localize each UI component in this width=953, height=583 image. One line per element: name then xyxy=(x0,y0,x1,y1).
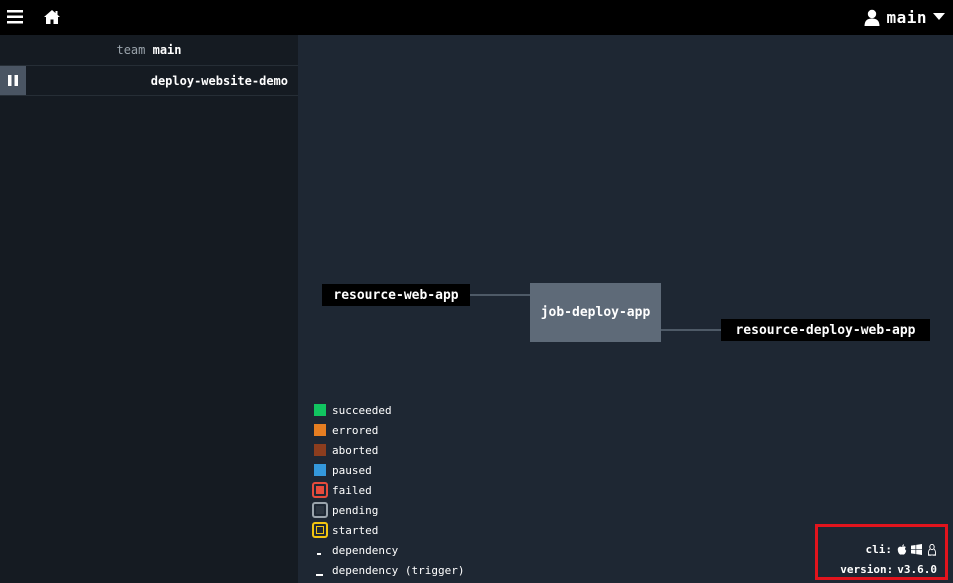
cli-downloads: cli: xyxy=(866,543,938,556)
resource-node-output[interactable]: resource-deploy-web-app xyxy=(721,319,930,341)
legend: succeeded errored aborted paused failed … xyxy=(312,400,464,580)
dependency-edge xyxy=(470,294,530,296)
legend-label: errored xyxy=(332,423,379,437)
caret-down-icon xyxy=(933,13,945,21)
resource-node-input[interactable]: resource-web-app xyxy=(322,284,470,306)
legend-label: failed xyxy=(332,483,372,497)
team-header: team main xyxy=(0,35,298,65)
legend-label: pending xyxy=(332,503,379,517)
linux-icon[interactable] xyxy=(926,543,937,556)
resource-name: resource-web-app xyxy=(333,287,459,303)
sidebar-item-pipeline[interactable]: deploy-website-demo xyxy=(0,65,298,96)
legend-item-dependency-trigger: dependency (trigger) xyxy=(314,560,464,580)
legend-label: dependency (trigger) xyxy=(332,563,465,577)
job-name: job-deploy-app xyxy=(540,305,651,320)
pause-button[interactable] xyxy=(0,66,26,95)
top-bar: main xyxy=(0,0,953,35)
dependency-edge xyxy=(661,329,721,331)
legend-swatch xyxy=(314,404,326,416)
resource-name: resource-deploy-web-app xyxy=(735,322,916,338)
legend-label: aborted xyxy=(332,443,379,457)
legend-item-succeeded: succeeded xyxy=(314,400,464,420)
apple-icon[interactable] xyxy=(896,544,907,555)
legend-item-aborted: aborted xyxy=(314,440,464,460)
legend-swatch xyxy=(312,482,328,498)
legend-item-paused: paused xyxy=(314,460,464,480)
legend-label: succeeded xyxy=(332,403,392,417)
hamburger-menu-icon[interactable] xyxy=(6,8,24,26)
team-label: team xyxy=(116,43,146,57)
pause-icon xyxy=(8,75,18,86)
legend-label: dependency xyxy=(332,543,399,557)
team-name[interactable]: main xyxy=(153,43,182,57)
version-label: version: xyxy=(840,563,894,576)
legend-item-errored: errored xyxy=(314,420,464,440)
job-node[interactable]: job-deploy-app xyxy=(530,283,661,342)
user-icon xyxy=(864,9,880,26)
legend-swatch xyxy=(314,564,326,576)
sidebar: team main deploy-website-demo xyxy=(0,35,298,583)
legend-item-pending: pending xyxy=(312,500,464,520)
version-value: v3.6.0 xyxy=(897,563,937,576)
legend-swatch xyxy=(314,444,326,456)
legend-swatch xyxy=(312,502,328,518)
windows-icon[interactable] xyxy=(911,544,922,555)
legend-item-failed: failed xyxy=(312,480,464,500)
cli-version-highlight: cli: version: v3.6.0 xyxy=(815,524,948,580)
user-name: main xyxy=(886,7,927,27)
legend-swatch xyxy=(314,544,326,556)
legend-label: paused xyxy=(332,463,372,477)
legend-swatch xyxy=(312,522,328,538)
version-info: version: v3.6.0 xyxy=(840,563,937,576)
home-icon[interactable] xyxy=(42,7,62,27)
legend-label: started xyxy=(332,523,379,537)
user-menu[interactable]: main xyxy=(864,6,945,28)
legend-item-dependency: dependency xyxy=(314,540,464,560)
legend-item-started: started xyxy=(312,520,464,540)
legend-swatch xyxy=(314,424,326,436)
cli-label: cli: xyxy=(865,543,893,556)
pipeline-name[interactable]: deploy-website-demo xyxy=(26,74,298,88)
legend-swatch xyxy=(314,464,326,476)
